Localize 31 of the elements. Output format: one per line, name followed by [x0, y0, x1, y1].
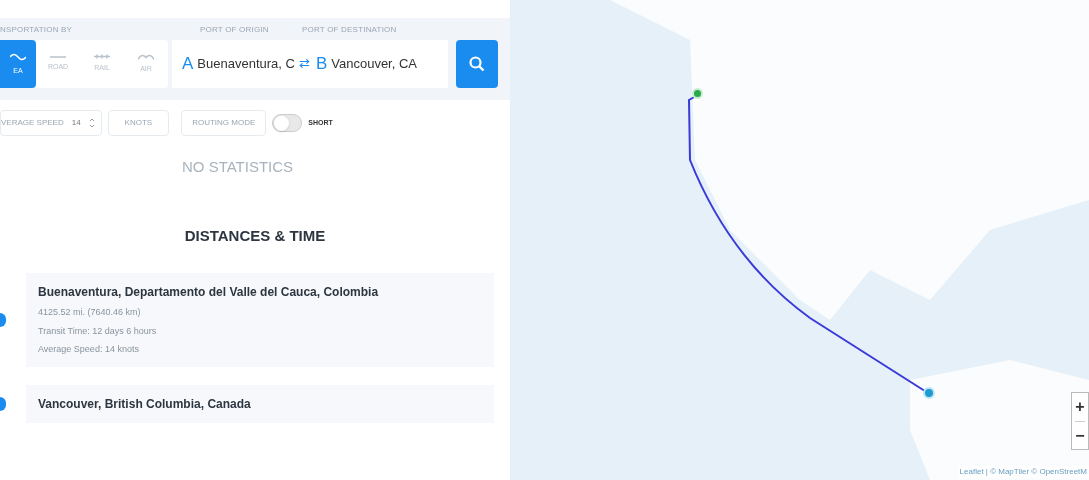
destination-value: Vancouver, CA: [331, 55, 418, 74]
leg-title: Buenaventura, Departamento del Valle del Cauca, Colombia: [38, 284, 380, 301]
speed-field[interactable]: VERAGE SPEED 14: [0, 110, 102, 136]
routing-mode-label: ROUTING MODE: [181, 110, 267, 136]
leg-detail: Average Speed: 14 knots: [38, 343, 140, 356]
swap-button[interactable]: ⇄: [298, 54, 310, 74]
origin-pin-icon: [692, 88, 703, 99]
zoom-out-button[interactable]: −: [1075, 421, 1085, 449]
search-button[interactable]: [456, 40, 498, 88]
wave-icon: [10, 51, 26, 62]
origin-label: PORT OF ORIGIN: [199, 24, 270, 36]
leg-detail: 4125.52 mi. (7640.46 km): [38, 306, 142, 319]
transport-label: NSPORTATION BY: [0, 24, 74, 36]
arc-icon: [138, 53, 154, 60]
route-field[interactable]: A Buenaventura, C ⇄ B Vancouver, CA: [172, 40, 448, 88]
spinner-icon: [88, 117, 95, 129]
no-statistics-text: NO STATISTICS: [182, 157, 295, 177]
zoom-in-button[interactable]: +: [1075, 393, 1085, 421]
origin-marker: A: [182, 53, 194, 76]
routing-toggle[interactable]: [272, 114, 303, 132]
destination-label: PORT OF DESTINATION: [301, 24, 397, 36]
destination-marker: B: [315, 53, 328, 76]
origin-value: Buenaventura, C: [197, 55, 295, 74]
map-attribution: Leaflet | © MapTiler © OpenStreetM: [957, 466, 1089, 478]
section-title: DISTANCES & TIME: [184, 225, 326, 246]
leg-detail: Transit Time: 12 days 6 hours: [38, 324, 158, 338]
leg-title: Vancouver, British Columbia, Canada: [38, 395, 252, 413]
units-select[interactable]: KNOTS: [107, 110, 170, 136]
line-icon: [50, 55, 66, 58]
track-icon: [94, 54, 110, 60]
search-icon: [468, 55, 486, 73]
